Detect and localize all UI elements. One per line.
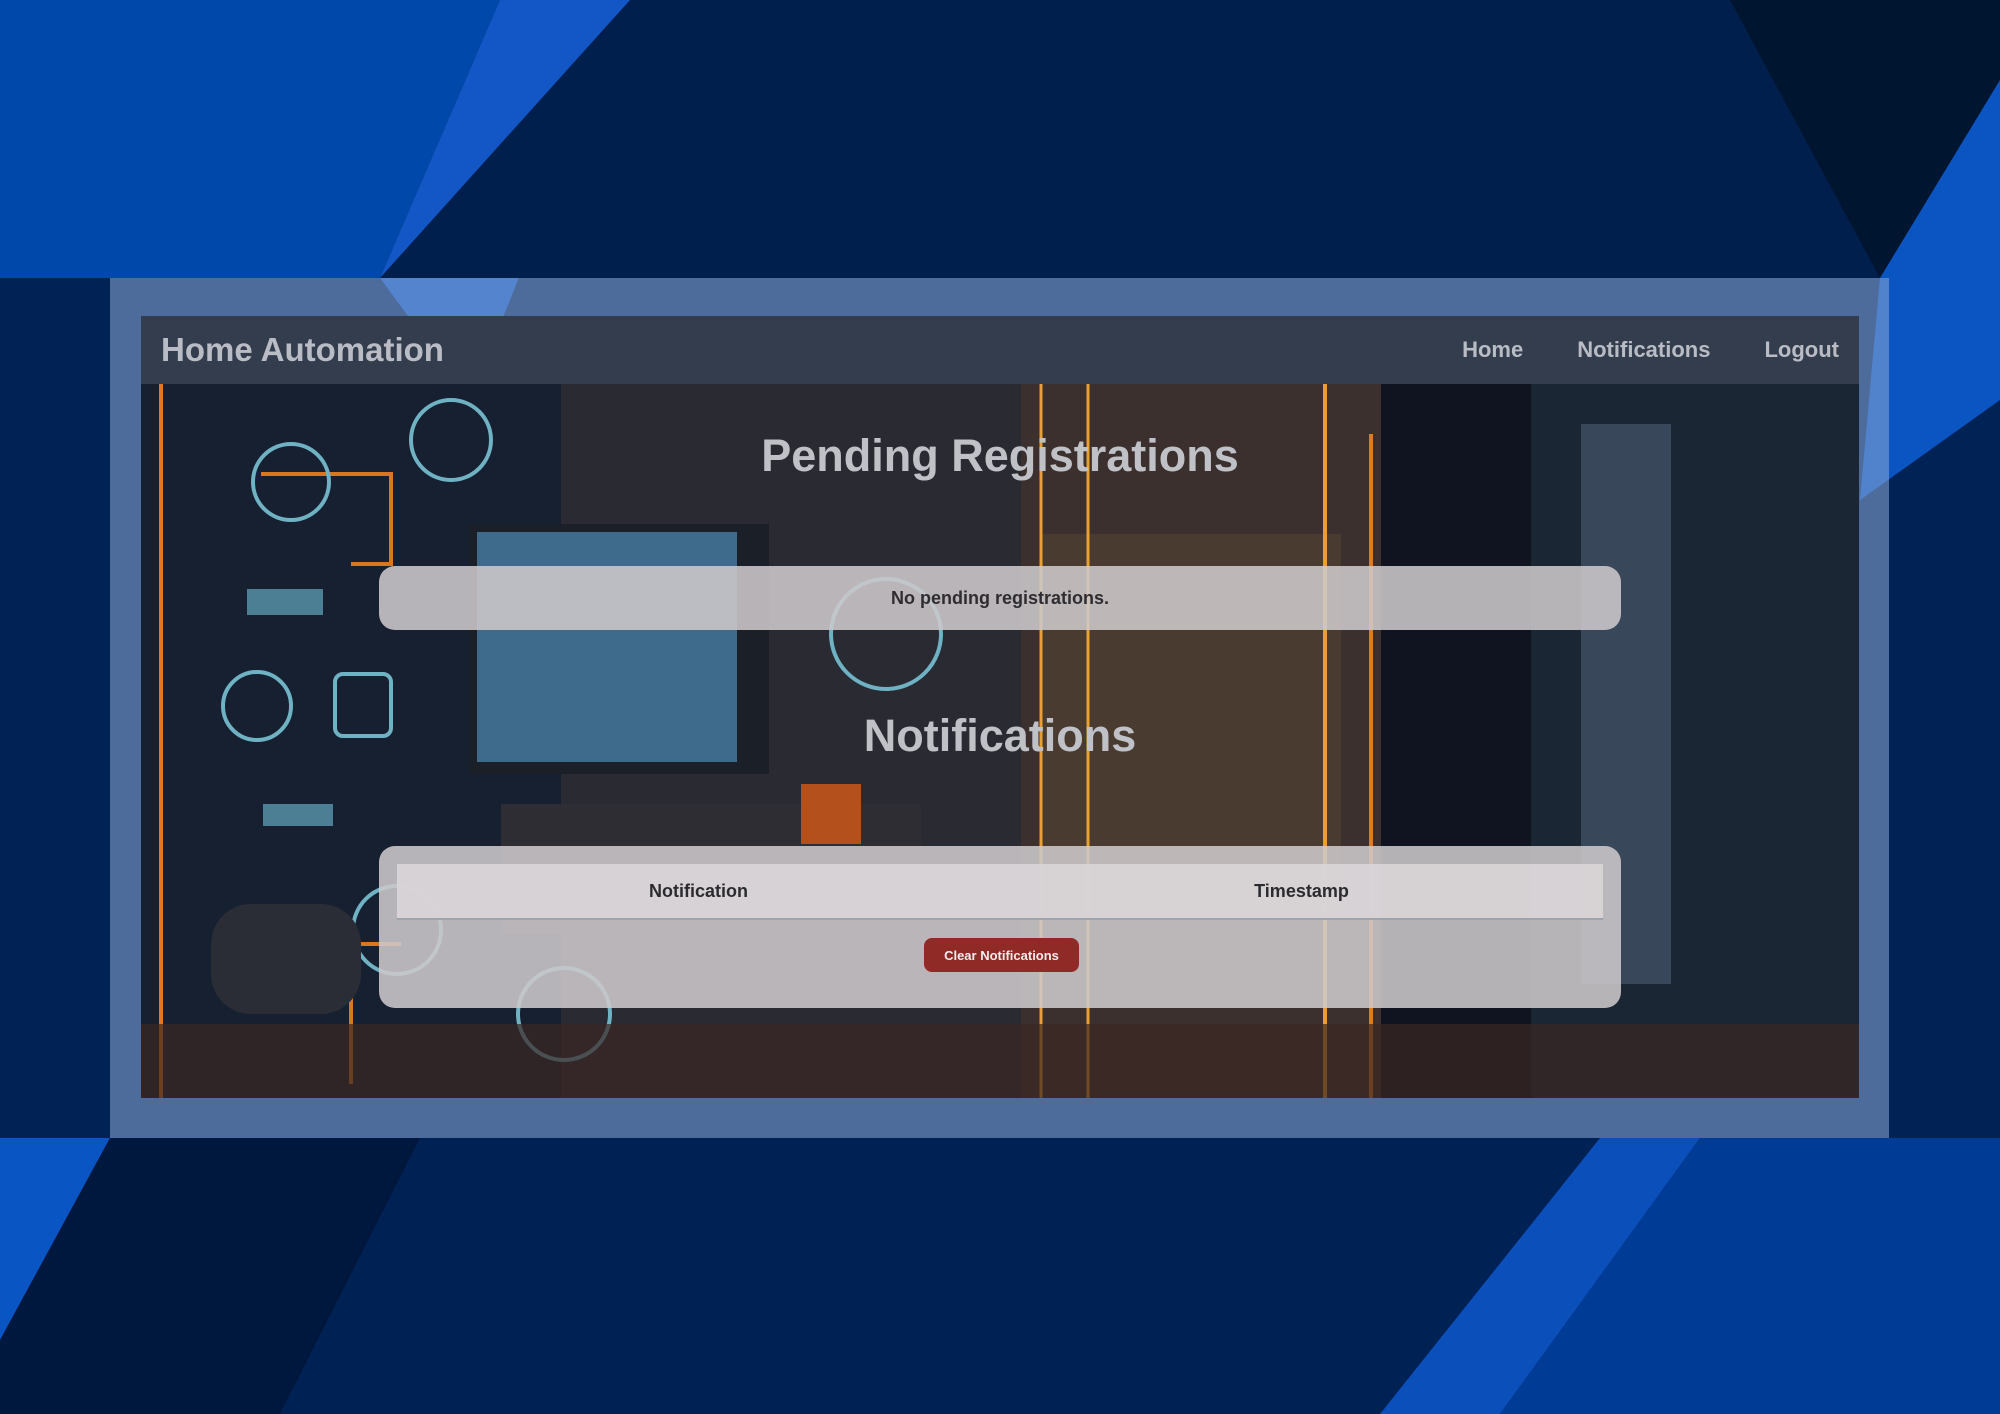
app-window: Home Automation Home Notifications Logou… — [141, 316, 1859, 1098]
pending-registrations-card: No pending registrations. — [379, 566, 1621, 630]
no-pending-message: No pending registrations. — [890, 587, 1109, 608]
top-navbar: Home Automation Home Notifications Logou… — [141, 316, 1859, 384]
notifications-title: Notifications — [863, 710, 1137, 761]
nav-links: Home Notifications Logout — [1462, 337, 1839, 363]
brand-title[interactable]: Home Automation — [161, 331, 1462, 369]
notifications-card: Notification Timestamp Clear Notificatio… — [379, 846, 1621, 1008]
nav-link-logout[interactable]: Logout — [1764, 337, 1839, 363]
main-content: Pending Registrations No pending registr… — [141, 384, 1859, 1098]
column-header-notification: Notification — [649, 880, 748, 901]
column-header-timestamp: Timestamp — [1254, 880, 1349, 901]
pending-registrations-title: Pending Registrations — [761, 430, 1239, 481]
nav-link-notifications[interactable]: Notifications — [1577, 337, 1710, 363]
notifications-table-header: Notification Timestamp — [397, 864, 1603, 920]
clear-notifications-button[interactable]: Clear Notifications — [924, 938, 1079, 972]
nav-link-home[interactable]: Home — [1462, 337, 1523, 363]
